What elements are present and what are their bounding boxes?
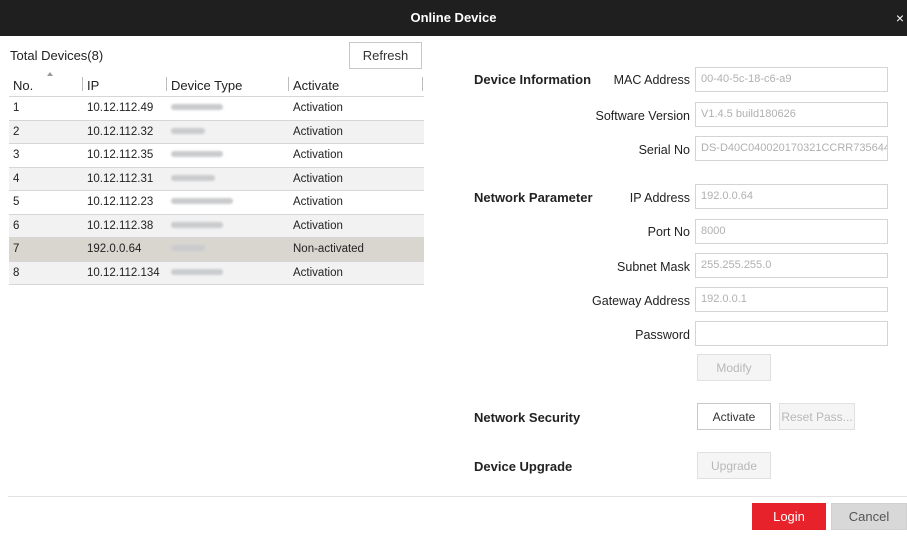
column-header-no[interactable]: No. — [13, 78, 33, 93]
close-icon[interactable]: × — [895, 0, 905, 36]
refresh-button[interactable]: Refresh — [349, 42, 422, 69]
cell-ip: 10.12.112.134 — [87, 266, 160, 279]
subnet-mask-label: Subnet Mask — [617, 260, 690, 274]
cell-device-type-obscured — [171, 124, 205, 137]
column-separator[interactable] — [288, 77, 289, 91]
table-row[interactable]: 1 10.12.112.49 Activation — [9, 97, 424, 121]
cell-ip: 10.12.112.35 — [87, 149, 154, 161]
column-header-ip[interactable]: IP — [87, 78, 99, 93]
column-separator[interactable] — [166, 77, 167, 91]
ip-address-label: IP Address — [629, 191, 690, 205]
cell-device-type-obscured — [171, 265, 223, 278]
window-title: Online Device — [410, 10, 497, 25]
cell-activate: Activation — [293, 125, 343, 138]
cell-no: 6 — [13, 219, 20, 232]
cell-ip: 10.12.112.31 — [87, 172, 154, 185]
cell-no: 8 — [13, 266, 20, 279]
password-field[interactable] — [695, 321, 888, 346]
serial-no-field[interactable]: DS-D40C040020170321CCRR7356446 — [695, 136, 888, 161]
table-row[interactable]: 3 10.12.112.35 Activation — [9, 144, 424, 168]
upgrade-button[interactable]: Upgrade — [697, 452, 771, 479]
column-header-activate[interactable]: Activate — [293, 78, 339, 93]
cell-no: 5 — [13, 196, 20, 208]
gateway-address-label: Gateway Address — [592, 294, 690, 308]
column-separator[interactable] — [422, 77, 423, 91]
port-no-label: Port No — [647, 225, 690, 239]
cell-device-type-obscured — [171, 147, 223, 160]
cell-ip: 10.12.112.49 — [87, 102, 154, 114]
title-bar: Online Device × — [0, 0, 907, 36]
cell-ip: 192.0.0.64 — [87, 243, 142, 255]
port-no-field[interactable]: 8000 — [695, 219, 888, 244]
cell-no: 1 — [13, 102, 20, 114]
activate-button[interactable]: Activate — [697, 403, 771, 430]
column-header-device-type[interactable]: Device Type — [171, 78, 242, 93]
device-upgrade-heading: Device Upgrade — [474, 459, 573, 474]
cell-device-type-obscured — [171, 241, 205, 254]
password-label: Password — [635, 328, 690, 342]
software-version-field[interactable]: V1.4.5 build180626 — [695, 102, 888, 127]
cell-ip: 10.12.112.38 — [87, 219, 154, 232]
cell-ip: 10.12.112.32 — [87, 125, 154, 138]
table-row[interactable]: 5 10.12.112.23 Activation — [9, 191, 424, 215]
cell-device-type-obscured — [171, 218, 223, 231]
table-row[interactable]: 8 10.12.112.134 Activation — [9, 261, 424, 285]
cell-activate: Non-activated — [293, 243, 364, 255]
serial-no-label: Serial No — [638, 143, 690, 157]
table-row[interactable]: 2 10.12.112.32 Activation — [9, 120, 424, 144]
sort-ascending-icon — [47, 72, 53, 76]
table-row[interactable]: 4 10.12.112.31 Activation — [9, 167, 424, 191]
total-devices-label: Total Devices(8) — [10, 48, 104, 63]
gateway-address-field[interactable]: 192.0.0.1 — [695, 287, 888, 312]
cell-activate: Activation — [293, 149, 343, 161]
cell-device-type-obscured — [171, 171, 215, 184]
ip-address-field[interactable]: 192.0.0.64 — [695, 184, 888, 209]
cancel-button[interactable]: Cancel — [831, 503, 907, 530]
cell-activate: Activation — [293, 172, 343, 185]
cell-no: 4 — [13, 172, 20, 185]
cell-device-type-obscured — [171, 194, 233, 207]
reset-password-button[interactable]: Reset Pass... — [779, 403, 855, 430]
modify-button[interactable]: Modify — [697, 354, 771, 381]
footer-divider — [8, 496, 907, 497]
device-table: No. IP Device Type Activate 1 10.12.112.4… — [9, 72, 424, 285]
table-row[interactable]: 7 192.0.0.64 Non-activated — [9, 238, 424, 262]
network-security-heading: Network Security — [474, 410, 581, 425]
column-separator[interactable] — [82, 77, 83, 91]
cell-activate: Activation — [293, 196, 343, 208]
mac-address-label: MAC Address — [613, 73, 690, 87]
login-button[interactable]: Login — [752, 503, 826, 530]
cell-no: 3 — [13, 149, 20, 161]
cell-no: 2 — [13, 125, 20, 138]
cell-ip: 10.12.112.23 — [87, 196, 154, 208]
subnet-mask-field[interactable]: 255.255.255.0 — [695, 253, 888, 278]
cell-device-type-obscured — [171, 100, 223, 113]
cell-activate: Activation — [293, 219, 343, 232]
cell-activate: Activation — [293, 266, 343, 279]
mac-address-field[interactable]: 00-40-5c-18-c6-a9 — [695, 67, 888, 92]
software-version-label: Software Version — [595, 109, 691, 123]
table-header: No. IP Device Type Activate — [9, 72, 424, 97]
table-row[interactable]: 6 10.12.112.38 Activation — [9, 214, 424, 238]
cell-no: 7 — [13, 243, 20, 255]
cell-activate: Activation — [293, 102, 343, 114]
